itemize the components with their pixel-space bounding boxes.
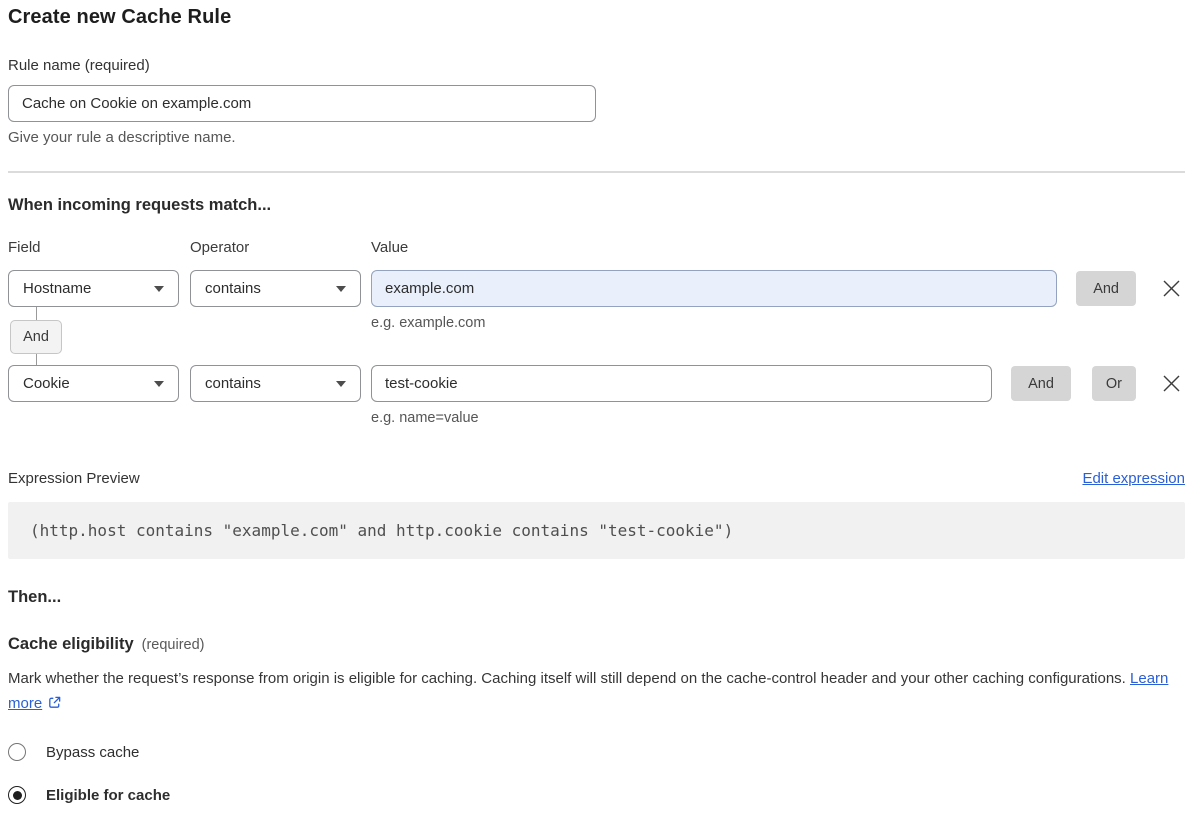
remove-condition-2-button[interactable]: [1157, 370, 1185, 398]
chevron-down-icon: [336, 286, 346, 292]
chevron-down-icon: [154, 286, 164, 292]
cache-eligibility-description: Mark whether the request’s response from…: [8, 666, 1185, 718]
expression-header: Expression Preview Edit expression: [8, 470, 1185, 487]
section-divider: [8, 171, 1185, 173]
or-button-row-2[interactable]: Or: [1092, 366, 1136, 401]
field-select-1[interactable]: Hostname: [8, 270, 179, 307]
rule-name-input[interactable]: Cache on Cookie on example.com: [8, 85, 596, 122]
radio-unselected-icon[interactable]: [8, 743, 26, 761]
and-button-row-2[interactable]: And: [1011, 366, 1071, 401]
field-select-2[interactable]: Cookie: [8, 365, 179, 402]
value-hint-2: e.g. name=value: [371, 410, 1185, 426]
radio-option-eligible-for-cache[interactable]: Eligible for cache: [8, 786, 1185, 804]
then-heading: Then...: [8, 588, 1185, 607]
field-column-label: Field: [8, 239, 190, 256]
condition-row-2: Cookie contains test-cookie And Or: [8, 365, 1185, 402]
operator-select-2[interactable]: contains: [190, 365, 361, 402]
operator-select-2-value: contains: [205, 375, 261, 392]
rule-name-help: Give your rule a descriptive name.: [8, 129, 1185, 146]
radio-selected-icon[interactable]: [8, 786, 26, 804]
expression-code: (http.host contains "example.com" and ht…: [8, 502, 1185, 559]
match-heading: When incoming requests match...: [8, 196, 1185, 215]
cache-eligibility-heading: Cache eligibility: [8, 635, 134, 654]
value-column-1: example.com: [371, 270, 1057, 307]
connector-line-top: [36, 307, 37, 320]
expression-preview-label: Expression Preview: [8, 470, 140, 487]
value-input-2[interactable]: test-cookie: [371, 365, 992, 402]
edit-expression-link[interactable]: Edit expression: [1082, 470, 1185, 487]
close-icon: [1162, 279, 1181, 298]
value-hint-1: e.g. example.com: [371, 315, 485, 331]
value-column-2: test-cookie: [371, 365, 992, 402]
create-cache-rule-page: Create new Cache Rule Rule name (require…: [0, 6, 1200, 824]
required-note: (required): [142, 637, 205, 653]
operator-select-1-value: contains: [205, 280, 261, 297]
rule-name-label: Rule name (required): [8, 57, 1185, 74]
chevron-down-icon: [154, 381, 164, 387]
remove-condition-1-button[interactable]: [1157, 275, 1185, 303]
connector-and-button[interactable]: And: [10, 320, 62, 354]
external-link-icon: [47, 693, 62, 718]
close-icon: [1162, 374, 1181, 393]
chevron-down-icon: [336, 381, 346, 387]
radio-label-eligible: Eligible for cache: [46, 787, 170, 804]
radio-dot: [13, 791, 22, 800]
radio-label-bypass: Bypass cache: [46, 744, 139, 761]
connector-line-bottom: [36, 354, 37, 365]
field-select-1-value: Hostname: [23, 280, 91, 297]
field-select-2-value: Cookie: [23, 375, 70, 392]
condition-column-labels: Field Operator Value: [8, 239, 1185, 256]
connector-zone: And e.g. example.com: [8, 307, 1185, 365]
page-title: Create new Cache Rule: [8, 6, 1185, 29]
radio-option-bypass-cache[interactable]: Bypass cache: [8, 743, 1185, 761]
value-input-1[interactable]: example.com: [371, 270, 1057, 307]
and-button-row-1[interactable]: And: [1076, 271, 1136, 306]
operator-column-label: Operator: [190, 239, 371, 256]
cache-eligibility-heading-row: Cache eligibility (required): [8, 635, 1185, 654]
value-column-label: Value: [371, 239, 408, 256]
condition-row-1: Hostname contains example.com And: [8, 270, 1185, 307]
operator-select-1[interactable]: contains: [190, 270, 361, 307]
description-text: Mark whether the request’s response from…: [8, 670, 1126, 687]
